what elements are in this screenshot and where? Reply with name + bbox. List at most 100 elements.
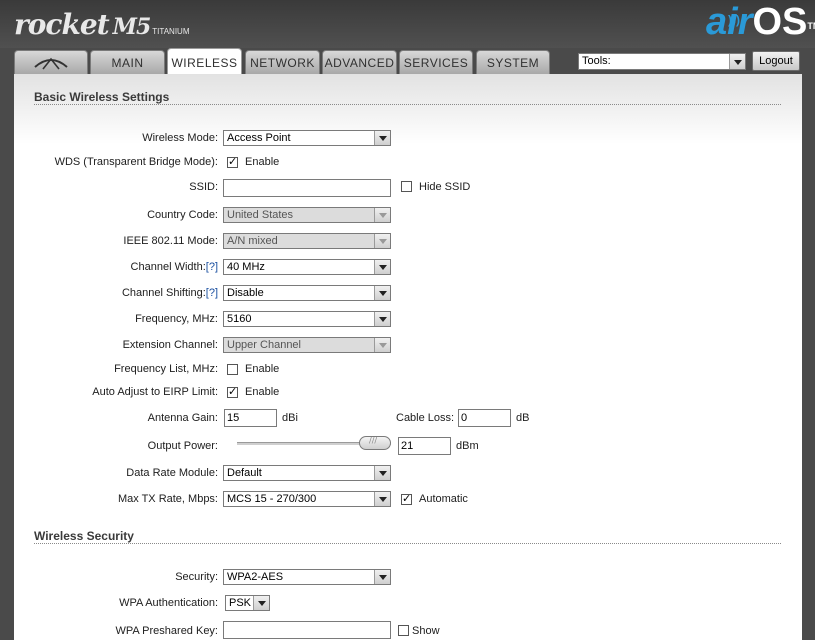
tab-wireless[interactable]: WIRELESS <box>167 48 242 75</box>
logout-button[interactable]: Logout <box>752 51 800 71</box>
tab-system[interactable]: SYSTEM <box>476 50 550 74</box>
tab-main[interactable]: MAIN <box>90 50 165 74</box>
section-divider <box>34 543 781 544</box>
ubiquiti-logo-icon <box>34 57 68 70</box>
chevron-down-icon[interactable] <box>374 466 390 480</box>
chevron-down-icon[interactable] <box>374 492 390 506</box>
ieee-mode-label: IEEE 802.11 Mode: <box>123 235 218 247</box>
extension-channel-select: Upper Channel <box>223 337 391 353</box>
channel-shifting-label: Channel Shifting: <box>121 287 206 299</box>
section-title-security: Wireless Security <box>34 529 134 543</box>
antenna-gain-unit: dBi <box>282 412 298 424</box>
automatic-label: Automatic <box>419 493 468 505</box>
frequency-list-checkbox[interactable] <box>227 364 238 375</box>
channel-width-label: Channel Width: <box>130 261 206 273</box>
chevron-down-icon <box>374 234 390 248</box>
ssid-label: SSID: <box>189 181 218 193</box>
automatic-checkbox[interactable] <box>401 492 412 505</box>
channel-width-select[interactable]: 40 MHz <box>223 259 391 275</box>
chevron-down-icon[interactable] <box>374 131 390 145</box>
hide-ssid-checkbox[interactable] <box>401 181 412 192</box>
top-header: rocketM5TITANIUM )))airOSTM <box>0 0 815 48</box>
max-tx-rate-label: Max TX Rate, Mbps: <box>117 493 218 505</box>
chevron-down-icon[interactable] <box>374 286 390 300</box>
auto-adjust-label: Auto Adjust to EIRP Limit: <box>92 386 218 398</box>
trademark: TM <box>807 21 815 31</box>
chevron-down-icon[interactable] <box>253 596 269 610</box>
country-code-select: United States <box>223 207 391 223</box>
frequency-list-label: Frequency List, MHz: <box>114 363 218 375</box>
output-power-label: Output Power: <box>147 440 218 452</box>
tab-home[interactable] <box>14 50 88 74</box>
model-name: M5 <box>112 14 152 40</box>
channel-width-label-group: Channel Width:[?] <box>131 261 218 273</box>
wireless-settings-panel: Basic Wireless Settings Wireless Mode: A… <box>14 74 802 640</box>
tab-services[interactable]: SERVICES <box>399 50 473 74</box>
output-power-input[interactable]: 21 <box>398 437 451 455</box>
wireless-mode-label: Wireless Mode: <box>142 132 218 144</box>
cable-loss-label: Cable Loss: <box>396 412 455 424</box>
airos-logo: )))airOSTM <box>706 2 815 42</box>
security-select[interactable]: WPA2-AES <box>223 569 391 585</box>
channel-width-help-link[interactable]: [?] <box>206 261 218 273</box>
tools-select[interactable]: Tools: <box>578 53 746 70</box>
rocket-m5-logo: rocket M5 TITANIUM <box>14 8 189 49</box>
country-code-value: United States <box>227 209 294 221</box>
edition-name: TITANIUM <box>152 27 190 36</box>
data-rate-module-label: Data Rate Module: <box>126 467 218 479</box>
data-rate-module-value: Default <box>227 467 262 479</box>
channel-shifting-value: Disable <box>227 287 264 299</box>
channel-shifting-help-link[interactable]: [?] <box>206 287 218 299</box>
section-divider <box>34 104 781 105</box>
wpa-authentication-select[interactable]: PSK <box>225 595 270 611</box>
wpa-preshared-key-label: WPA Preshared Key: <box>115 625 218 637</box>
tools-value: Tools: <box>582 55 611 67</box>
wds-enable-label: Enable <box>245 156 280 168</box>
tab-network[interactable]: NETWORK <box>245 50 320 74</box>
chevron-down-icon[interactable] <box>374 260 390 274</box>
auto-adjust-enable-label: Enable <box>245 386 280 398</box>
ieee-mode-value: A/N mixed <box>227 235 278 247</box>
wpa-authentication-label: WPA Authentication: <box>119 597 218 609</box>
hide-ssid-label: Hide SSID <box>419 181 471 193</box>
frequency-select[interactable]: 5160 <box>223 311 391 327</box>
security-label: Security: <box>175 571 218 583</box>
wds-label: WDS (Transparent Bridge Mode): <box>54 156 218 168</box>
country-code-label: Country Code: <box>147 209 218 221</box>
chevron-down-icon[interactable] <box>374 312 390 326</box>
max-tx-rate-select[interactable]: MCS 15 - 270/300 <box>223 491 391 507</box>
wds-checkbox[interactable] <box>227 155 238 168</box>
channel-shifting-select[interactable]: Disable <box>223 285 391 301</box>
output-power-slider-handle[interactable] <box>359 436 391 450</box>
wireless-mode-select[interactable]: Access Point <box>223 130 391 146</box>
channel-width-value: 40 MHz <box>227 261 265 273</box>
product-name: rocket <box>14 8 110 41</box>
chevron-down-icon <box>374 208 390 222</box>
chevron-down-icon[interactable] <box>729 54 745 69</box>
ieee-mode-select: A/N mixed <box>223 233 391 249</box>
signal-waves-icon: ))) <box>728 13 740 27</box>
extension-channel-value: Upper Channel <box>227 339 301 351</box>
antenna-gain-input[interactable]: 15 <box>224 409 277 427</box>
wpa-preshared-key-input[interactable] <box>223 621 391 639</box>
cable-loss-unit: dB <box>516 412 530 424</box>
cable-loss-input[interactable]: 0 <box>458 409 511 427</box>
data-rate-module-select[interactable]: Default <box>223 465 391 481</box>
antenna-gain-label: Antenna Gain: <box>147 412 218 424</box>
max-tx-rate-value: MCS 15 - 270/300 <box>227 493 317 505</box>
chevron-down-icon <box>374 338 390 352</box>
frequency-list-enable-label: Enable <box>245 363 280 375</box>
auto-adjust-checkbox[interactable] <box>227 385 238 398</box>
tab-advanced[interactable]: ADVANCED <box>322 50 397 74</box>
chevron-down-icon[interactable] <box>374 570 390 584</box>
frequency-value: 5160 <box>227 313 252 325</box>
wpa-authentication-value: PSK <box>229 597 252 609</box>
frequency-label: Frequency, MHz: <box>135 313 218 325</box>
section-title-basic: Basic Wireless Settings <box>34 90 170 104</box>
ssid-input[interactable] <box>223 179 391 197</box>
wireless-mode-value: Access Point <box>227 132 291 144</box>
show-key-label: Show <box>412 625 440 637</box>
extension-channel-label: Extension Channel: <box>122 339 218 351</box>
show-key-checkbox[interactable] <box>398 625 409 636</box>
security-value: WPA2-AES <box>227 571 284 583</box>
